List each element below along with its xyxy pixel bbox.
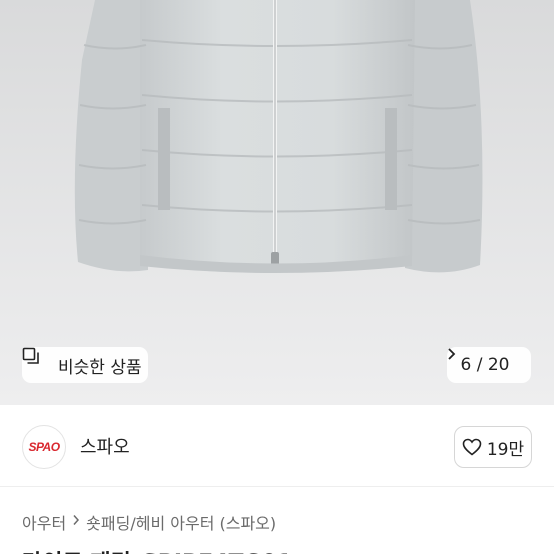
breadcrumb-item[interactable]: 숏패딩/헤비 아우터 (스파오) [86, 510, 276, 534]
heart-icon [462, 438, 482, 456]
similar-items-button[interactable]: 비슷한 상품 [22, 347, 148, 383]
breadcrumb-item[interactable]: 아우터 [22, 510, 66, 534]
seller-logo[interactable]: SPAO [22, 425, 66, 469]
product-image[interactable]: 비슷한 상품 6 / 20 [0, 0, 554, 405]
padded-jacket-illustration [0, 0, 554, 405]
breadcrumb: 아우터 숏패딩/헤비 아우터 (스파오) [22, 510, 276, 534]
like-count: 19만 [486, 439, 525, 460]
like-button[interactable]: 19만 [454, 426, 532, 468]
product-title: 라이트 패딩_SPJPE4TG01 [22, 545, 292, 554]
seller-logo-text: SPAO [28, 440, 60, 454]
seller-row[interactable]: SPAO 스파오 19만 [0, 405, 554, 487]
image-counter: 6 / 20 [460, 355, 510, 375]
chevron-right-icon [72, 514, 80, 530]
similar-items-icon [22, 347, 51, 374]
seller-name[interactable]: 스파오 [80, 433, 130, 459]
image-counter-button[interactable]: 6 / 20 [447, 347, 531, 383]
similar-items-label: 비슷한 상품 [58, 357, 142, 378]
